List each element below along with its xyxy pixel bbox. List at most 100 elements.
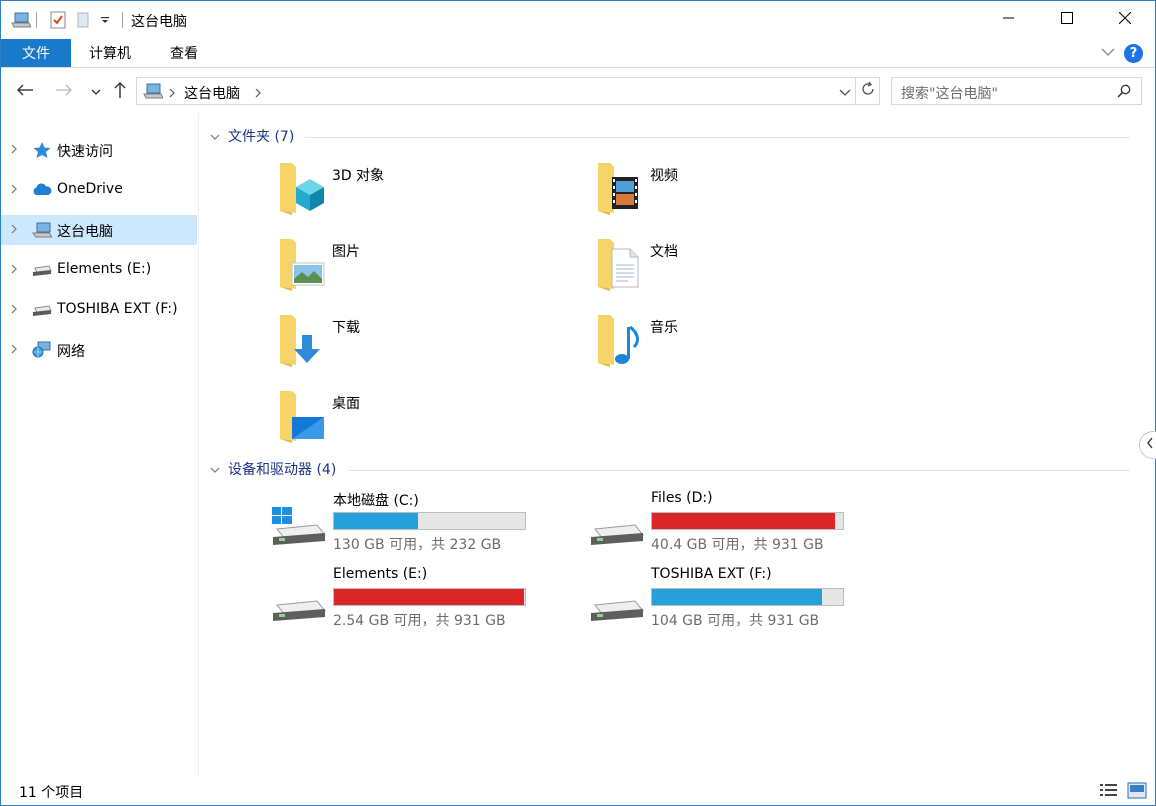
customize-toolbar-icon[interactable] bbox=[100, 10, 110, 30]
address-bar[interactable]: 这台电脑 bbox=[136, 77, 856, 105]
forward-arrow-icon bbox=[55, 83, 73, 101]
expand-chevron-icon[interactable] bbox=[10, 143, 18, 159]
sidebar-item-network[interactable]: 网络 bbox=[1, 335, 197, 365]
sidebar-item-elements-e[interactable]: Elements (E:) bbox=[1, 255, 197, 285]
sidebar-item-toshiba-f[interactable]: TOSHIBA EXT (F:) bbox=[1, 295, 197, 325]
folder-name: 音乐 bbox=[650, 320, 678, 336]
expand-chevron-icon[interactable] bbox=[10, 263, 18, 279]
drive-free-space: 40.4 GB 可用，共 931 GB bbox=[651, 537, 824, 553]
folder-downloads[interactable]: 下载 bbox=[276, 311, 576, 377]
breadcrumb-chevron-icon[interactable] bbox=[254, 86, 262, 102]
drive-free-space: 104 GB 可用，共 931 GB bbox=[651, 613, 820, 629]
folder-3d-objects[interactable]: 3D 对象 bbox=[276, 159, 576, 225]
expand-ribbon-icon[interactable] bbox=[1101, 45, 1115, 63]
sidebar-item-label: TOSHIBA EXT (F:) bbox=[57, 301, 178, 317]
drive-free-space: 130 GB 可用，共 232 GB bbox=[333, 537, 502, 553]
folder-desktop[interactable]: 桌面 bbox=[276, 387, 576, 453]
maximize-button[interactable] bbox=[1038, 1, 1096, 39]
folder-documents[interactable]: 文档 bbox=[594, 235, 894, 301]
collapse-pane-button[interactable] bbox=[1139, 431, 1156, 459]
tab-computer[interactable]: 计算机 bbox=[75, 39, 145, 67]
window-title: 这台电脑 bbox=[131, 14, 187, 30]
folder-name: 文档 bbox=[650, 244, 678, 260]
hard-drive-icon bbox=[589, 583, 645, 623]
search-box[interactable]: 搜索"这台电脑" bbox=[891, 77, 1142, 105]
ribbon-tabs: 文件 计算机 查看 ? bbox=[1, 39, 1155, 68]
computer-icon bbox=[32, 221, 53, 239]
drive-d[interactable]: Files (D:) 40.4 GB 可用，共 931 GB bbox=[589, 490, 909, 559]
folder-name: 图片 bbox=[332, 244, 360, 260]
minimize-button[interactable] bbox=[980, 1, 1038, 39]
3d-objects-folder-icon bbox=[276, 159, 328, 217]
drive-e[interactable]: Elements (E:) 2.54 GB 可用，共 931 GB bbox=[271, 566, 591, 635]
close-button[interactable] bbox=[1096, 1, 1154, 39]
content-pane: 文件夹 (7) 3D 对象 视频 图片 文档 下载 音乐 桌面 设备和驱动器 (… bbox=[200, 113, 1140, 777]
breadcrumb-chevron-icon[interactable] bbox=[168, 86, 176, 102]
details-view-icon[interactable] bbox=[1099, 782, 1119, 800]
computer-small-icon bbox=[143, 83, 164, 103]
up-arrow-icon bbox=[113, 81, 127, 103]
large-icons-view-icon[interactable] bbox=[1127, 782, 1147, 800]
forward-button[interactable] bbox=[53, 81, 75, 103]
hard-drive-icon bbox=[271, 583, 327, 623]
sidebar-item-onedrive[interactable]: OneDrive bbox=[1, 175, 197, 205]
usage-bar bbox=[651, 512, 844, 530]
downloads-folder-icon bbox=[276, 311, 328, 369]
expand-chevron-icon[interactable] bbox=[10, 303, 18, 319]
group-header-folders[interactable]: 文件夹 (7) bbox=[210, 125, 294, 147]
sidebar-item-label: 网络 bbox=[57, 344, 85, 360]
expand-chevron-icon[interactable] bbox=[10, 343, 18, 359]
navigation-bar: 这台电脑 搜索"这台电脑" bbox=[1, 69, 1155, 113]
folder-music[interactable]: 音乐 bbox=[594, 311, 894, 377]
star-icon bbox=[32, 141, 52, 159]
desktop-folder-icon bbox=[276, 387, 328, 445]
cloud-icon bbox=[32, 181, 52, 199]
music-folder-icon bbox=[594, 311, 646, 369]
chevron-down-icon bbox=[91, 84, 101, 100]
network-icon bbox=[32, 341, 52, 359]
breadcrumb-this-pc[interactable]: 这台电脑 bbox=[184, 83, 240, 103]
drive-name: Elements (E:) bbox=[333, 566, 428, 582]
documents-folder-icon bbox=[594, 235, 646, 293]
sidebar-item-label: 快速访问 bbox=[57, 144, 113, 160]
refresh-button[interactable] bbox=[856, 77, 880, 105]
maximize-icon bbox=[1061, 12, 1073, 28]
group-header-drives[interactable]: 设备和驱动器 (4) bbox=[210, 458, 336, 480]
folder-name: 桌面 bbox=[332, 396, 360, 412]
chevron-left-icon bbox=[1146, 437, 1154, 453]
drive-icon bbox=[32, 261, 52, 279]
folder-name: 下载 bbox=[332, 320, 360, 336]
drive-c[interactable]: 本地磁盘 (C:) 130 GB 可用，共 232 GB bbox=[271, 493, 591, 559]
address-history-icon[interactable] bbox=[839, 86, 851, 102]
help-button[interactable]: ? bbox=[1124, 44, 1143, 63]
properties-icon[interactable] bbox=[50, 10, 66, 30]
new-folder-icon[interactable] bbox=[76, 10, 90, 30]
collapse-chevron-icon[interactable] bbox=[210, 130, 220, 146]
tab-view[interactable]: 查看 bbox=[149, 39, 219, 67]
group-title: 文件夹 (7) bbox=[228, 129, 295, 145]
drive-name: TOSHIBA EXT (F:) bbox=[651, 566, 772, 582]
usage-bar bbox=[333, 512, 526, 530]
item-count: 11 个项目 bbox=[19, 785, 84, 801]
back-button[interactable] bbox=[14, 81, 36, 103]
drive-f[interactable]: TOSHIBA EXT (F:) 104 GB 可用，共 931 GB bbox=[589, 566, 909, 635]
collapse-chevron-icon[interactable] bbox=[210, 463, 220, 479]
expand-chevron-icon[interactable] bbox=[10, 183, 18, 199]
computer-small-icon bbox=[11, 10, 31, 30]
close-icon bbox=[1118, 11, 1132, 28]
sidebar-item-this-pc[interactable]: 这台电脑 bbox=[1, 215, 197, 245]
file-explorer-window: 这台电脑 文件 计算机 查看 ? 这台电脑 搜索"这台电脑" 快速访问 OneD… bbox=[0, 0, 1156, 806]
sidebar-item-label: 这台电脑 bbox=[57, 224, 113, 240]
folder-name: 3D 对象 bbox=[332, 168, 385, 184]
sidebar-item-label: OneDrive bbox=[57, 181, 123, 197]
tab-file[interactable]: 文件 bbox=[1, 39, 71, 67]
expand-chevron-icon[interactable] bbox=[10, 223, 18, 239]
up-button[interactable] bbox=[109, 81, 131, 103]
folder-pictures[interactable]: 图片 bbox=[276, 235, 576, 301]
sidebar-item-quick-access[interactable]: 快速访问 bbox=[1, 135, 197, 165]
recent-locations-button[interactable] bbox=[85, 81, 107, 103]
search-icon[interactable] bbox=[1117, 84, 1131, 102]
folder-videos[interactable]: 视频 bbox=[594, 159, 894, 225]
back-arrow-icon bbox=[16, 83, 34, 101]
title-bar: 这台电脑 bbox=[1, 1, 1155, 39]
